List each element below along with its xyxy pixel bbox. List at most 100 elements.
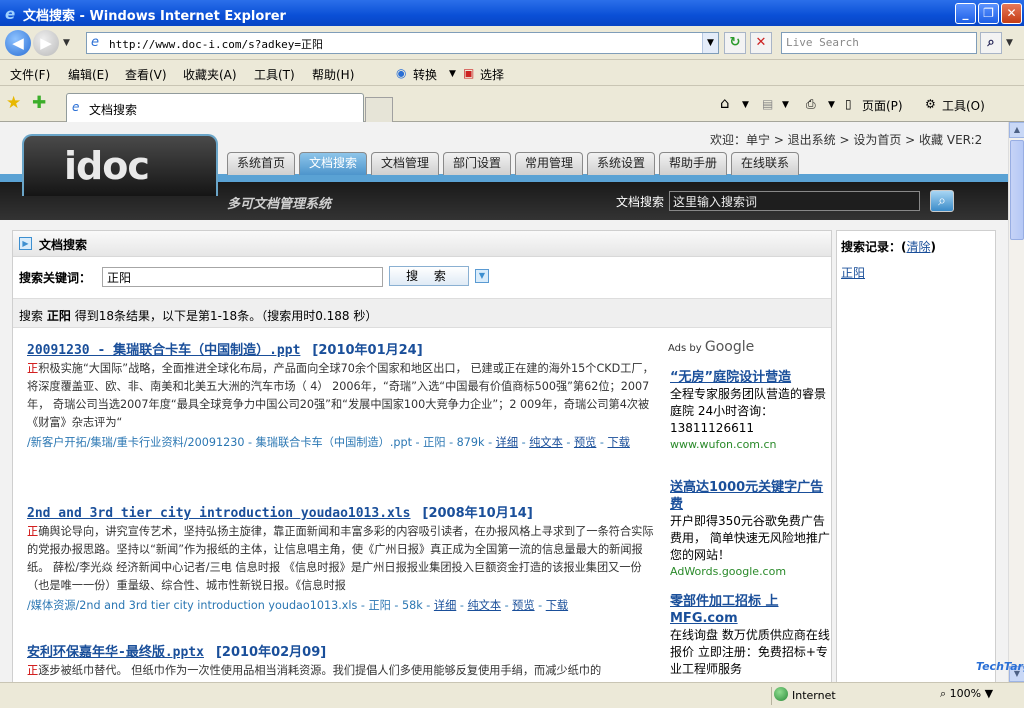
summary-text: 得到18条结果，以下是第1-18条。（搜索用时0.188 秒）: [74, 309, 378, 323]
close-button[interactable]: ✕: [1001, 3, 1022, 24]
header-search-input[interactable]: 这里输入搜索词: [669, 191, 920, 211]
result-item: 2nd and 3rd tier city introduction youda…: [27, 502, 655, 616]
link-preview[interactable]: 预览: [512, 599, 534, 612]
title-bar: e 文档搜索 - Windows Internet Explorer _ ❐ ✕: [0, 0, 1024, 26]
nav-docs[interactable]: 文档管理: [371, 152, 439, 175]
menu-help[interactable]: 帮助(H): [312, 66, 354, 83]
url-dropdown-icon[interactable]: ▼: [702, 33, 718, 53]
page-menu-icon: ▯: [845, 97, 852, 111]
window-title: 文档搜索 - Windows Internet Explorer: [23, 9, 286, 24]
stop-icon[interactable]: ✕: [750, 32, 772, 54]
result-title[interactable]: 安利环保嘉年华-最终版.pptx: [27, 645, 204, 660]
zoom-level[interactable]: ⌕ 100% ▼: [940, 687, 993, 701]
header-search-button[interactable]: ⌕: [930, 190, 954, 212]
history-record[interactable]: 正阳: [841, 264, 865, 281]
result-title[interactable]: 2nd and 3rd tier city introduction youda…: [27, 506, 411, 521]
zoom-value: 100%: [949, 687, 982, 700]
nav-search[interactable]: 文档搜索: [299, 152, 367, 175]
menu-view[interactable]: 查看(V): [125, 66, 167, 83]
home-dropdown-icon[interactable]: ▼: [742, 100, 749, 110]
nav-help[interactable]: 帮助手册: [659, 152, 727, 175]
ad-title[interactable]: 送高达1000元关键字广告费: [670, 479, 830, 513]
link-preview[interactable]: 预览: [574, 436, 596, 449]
menu-tools[interactable]: 工具(T): [254, 66, 295, 83]
url-input[interactable]: e http://www.doc-i.com/s?adkey=正阳 ▼: [86, 32, 719, 54]
ad-title[interactable]: “无房”庭院设计营造: [670, 369, 830, 386]
advanced-toggle-icon[interactable]: ▼: [475, 269, 489, 283]
tab-bar: ★ ✚ e 文档搜索 ⌂ ▼ ▤ ▼ ⎙ ▼ ▯ 页面(P) ⚙ 工具(O): [0, 86, 1024, 122]
convert-button[interactable]: 转换: [413, 66, 437, 83]
menu-favorites[interactable]: 收藏夹(A): [183, 66, 237, 83]
select-button[interactable]: 选择: [480, 66, 504, 83]
scroll-thumb[interactable]: [1010, 140, 1024, 240]
print-icon[interactable]: ⎙: [806, 97, 816, 112]
keyword-input[interactable]: 正阳: [102, 267, 383, 287]
ad-url[interactable]: www.wufon.com.cn: [670, 437, 830, 453]
new-tab-button[interactable]: [365, 97, 393, 122]
ad-item: 零部件加工招标 上MFG.com 在线询盘 数万优质供应商在线报价 立即注册：免…: [670, 593, 830, 678]
ad-url[interactable]: AdWords.google.com: [670, 564, 830, 580]
header-search-label: 文档搜索: [616, 195, 665, 209]
back-button[interactable]: ◀: [5, 30, 31, 56]
tools-menu[interactable]: 工具(O): [942, 97, 985, 114]
search-icon[interactable]: ⌕: [980, 32, 1002, 54]
menu-file[interactable]: 文件(F): [10, 66, 50, 83]
nav-contact[interactable]: 在线联系: [731, 152, 799, 175]
result-date: [2010年01月24]: [312, 343, 423, 358]
add-favorite-icon[interactable]: ✚: [32, 93, 46, 113]
tab-search[interactable]: e 文档搜索: [66, 93, 364, 122]
menu-edit[interactable]: 编辑(E): [68, 66, 109, 83]
scroll-up-icon[interactable]: ▲: [1009, 122, 1024, 138]
result-date: [2010年02月09]: [215, 645, 327, 660]
site-header: 欢迎：单宁 > 退出系统 > 设为首页 > 收藏 VER:2 idoc 系统首页…: [0, 122, 1008, 222]
feeds-icon[interactable]: ▤: [762, 97, 773, 111]
favorites-star-icon[interactable]: ★: [6, 93, 21, 113]
clear-history-link[interactable]: 清除: [907, 240, 931, 254]
gear-icon: ⚙: [925, 97, 936, 111]
ad-desc: 在线询盘 数万优质供应商在线报价 立即注册：免费招标+专业工程师服务: [670, 628, 830, 676]
link-download[interactable]: 下载: [608, 436, 630, 449]
google-logo[interactable]: Google: [705, 339, 754, 355]
feeds-dropdown-icon[interactable]: ▼: [782, 100, 789, 110]
ads-by-label: Ads by Google: [668, 339, 754, 355]
result-snippet: 正确舆论导向，讲究宣传艺术，坚持弘扬主旋律，靠正面新闻和丰富多彩的内容吸引读者，…: [27, 523, 655, 595]
link-plaintext[interactable]: 纯文本: [467, 599, 501, 612]
link-download[interactable]: 下载: [546, 599, 568, 612]
snippet-text: 逐步被纸巾替代。 但纸巾作为一次性使用品相当消耗资源。我们提倡人们多使用能够反复…: [38, 664, 602, 677]
minimize-button[interactable]: _: [955, 3, 976, 24]
nav-common[interactable]: 常用管理: [515, 152, 583, 175]
link-detail[interactable]: 详细: [434, 599, 456, 612]
menu-bar: 文件(F) 编辑(E) 查看(V) 收藏夹(A) 工具(T) 帮助(H) ◉ 转…: [0, 60, 1024, 86]
live-search-input[interactable]: Live Search: [781, 32, 977, 54]
ad-title[interactable]: 零部件加工招标 上MFG.com: [670, 593, 830, 627]
convert-dropdown-icon[interactable]: ▼: [449, 69, 456, 79]
search-options-icon[interactable]: ▼: [1006, 38, 1013, 48]
search-button[interactable]: 搜 索: [389, 266, 469, 286]
site-logo[interactable]: idoc: [22, 134, 218, 196]
result-item: 20091230 - 集瑞联合卡车（中国制造）.ppt [2010年01月24] …: [27, 339, 655, 453]
nav-settings[interactable]: 系统设置: [587, 152, 655, 175]
forward-button[interactable]: ▶: [33, 30, 59, 56]
status-bar: Internet ⌕ 100% ▼: [0, 682, 1024, 708]
top-links[interactable]: 欢迎：单宁 > 退出系统 > 设为首页 > 收藏 VER:2: [710, 131, 982, 148]
nav-dept[interactable]: 部门设置: [443, 152, 511, 175]
result-links: /新客户开拓/集瑞/重卡行业资料/20091230 - 集瑞联合卡车（中国制造）…: [27, 436, 630, 449]
home-icon[interactable]: ⌂: [720, 94, 730, 112]
result-snippet: 正积极实施“大国际”战略，全面推进全球化布局，产品面向全球70余个国家和地区出口…: [27, 360, 655, 432]
ad-desc: 全程专家服务团队营造的睿景庭院 24小时咨询：13811126611: [670, 387, 827, 435]
maximize-button[interactable]: ❐: [978, 3, 999, 24]
print-dropdown-icon[interactable]: ▼: [828, 100, 835, 110]
vertical-scrollbar[interactable]: ▲ ▼: [1008, 122, 1024, 682]
nav-home[interactable]: 系统首页: [227, 152, 295, 175]
link-plaintext[interactable]: 纯文本: [529, 436, 563, 449]
history-dropdown-icon[interactable]: ▼: [63, 38, 70, 48]
result-title[interactable]: 20091230 - 集瑞联合卡车（中国制造）.ppt: [27, 343, 300, 358]
result-path: /新客户开拓/集瑞/重卡行业资料/20091230 - 集瑞联合卡车（中国制造）…: [27, 436, 496, 449]
snippet-highlight: 正: [27, 362, 39, 375]
site-slogan: 多可文档管理系统: [227, 197, 332, 212]
refresh-icon[interactable]: ↻: [724, 32, 746, 54]
zone-indicator: Internet: [771, 687, 891, 705]
link-detail[interactable]: 详细: [496, 436, 518, 449]
search-history-panel: 搜索记录：(清除) 正阳: [836, 230, 996, 682]
page-menu[interactable]: 页面(P): [862, 97, 903, 114]
